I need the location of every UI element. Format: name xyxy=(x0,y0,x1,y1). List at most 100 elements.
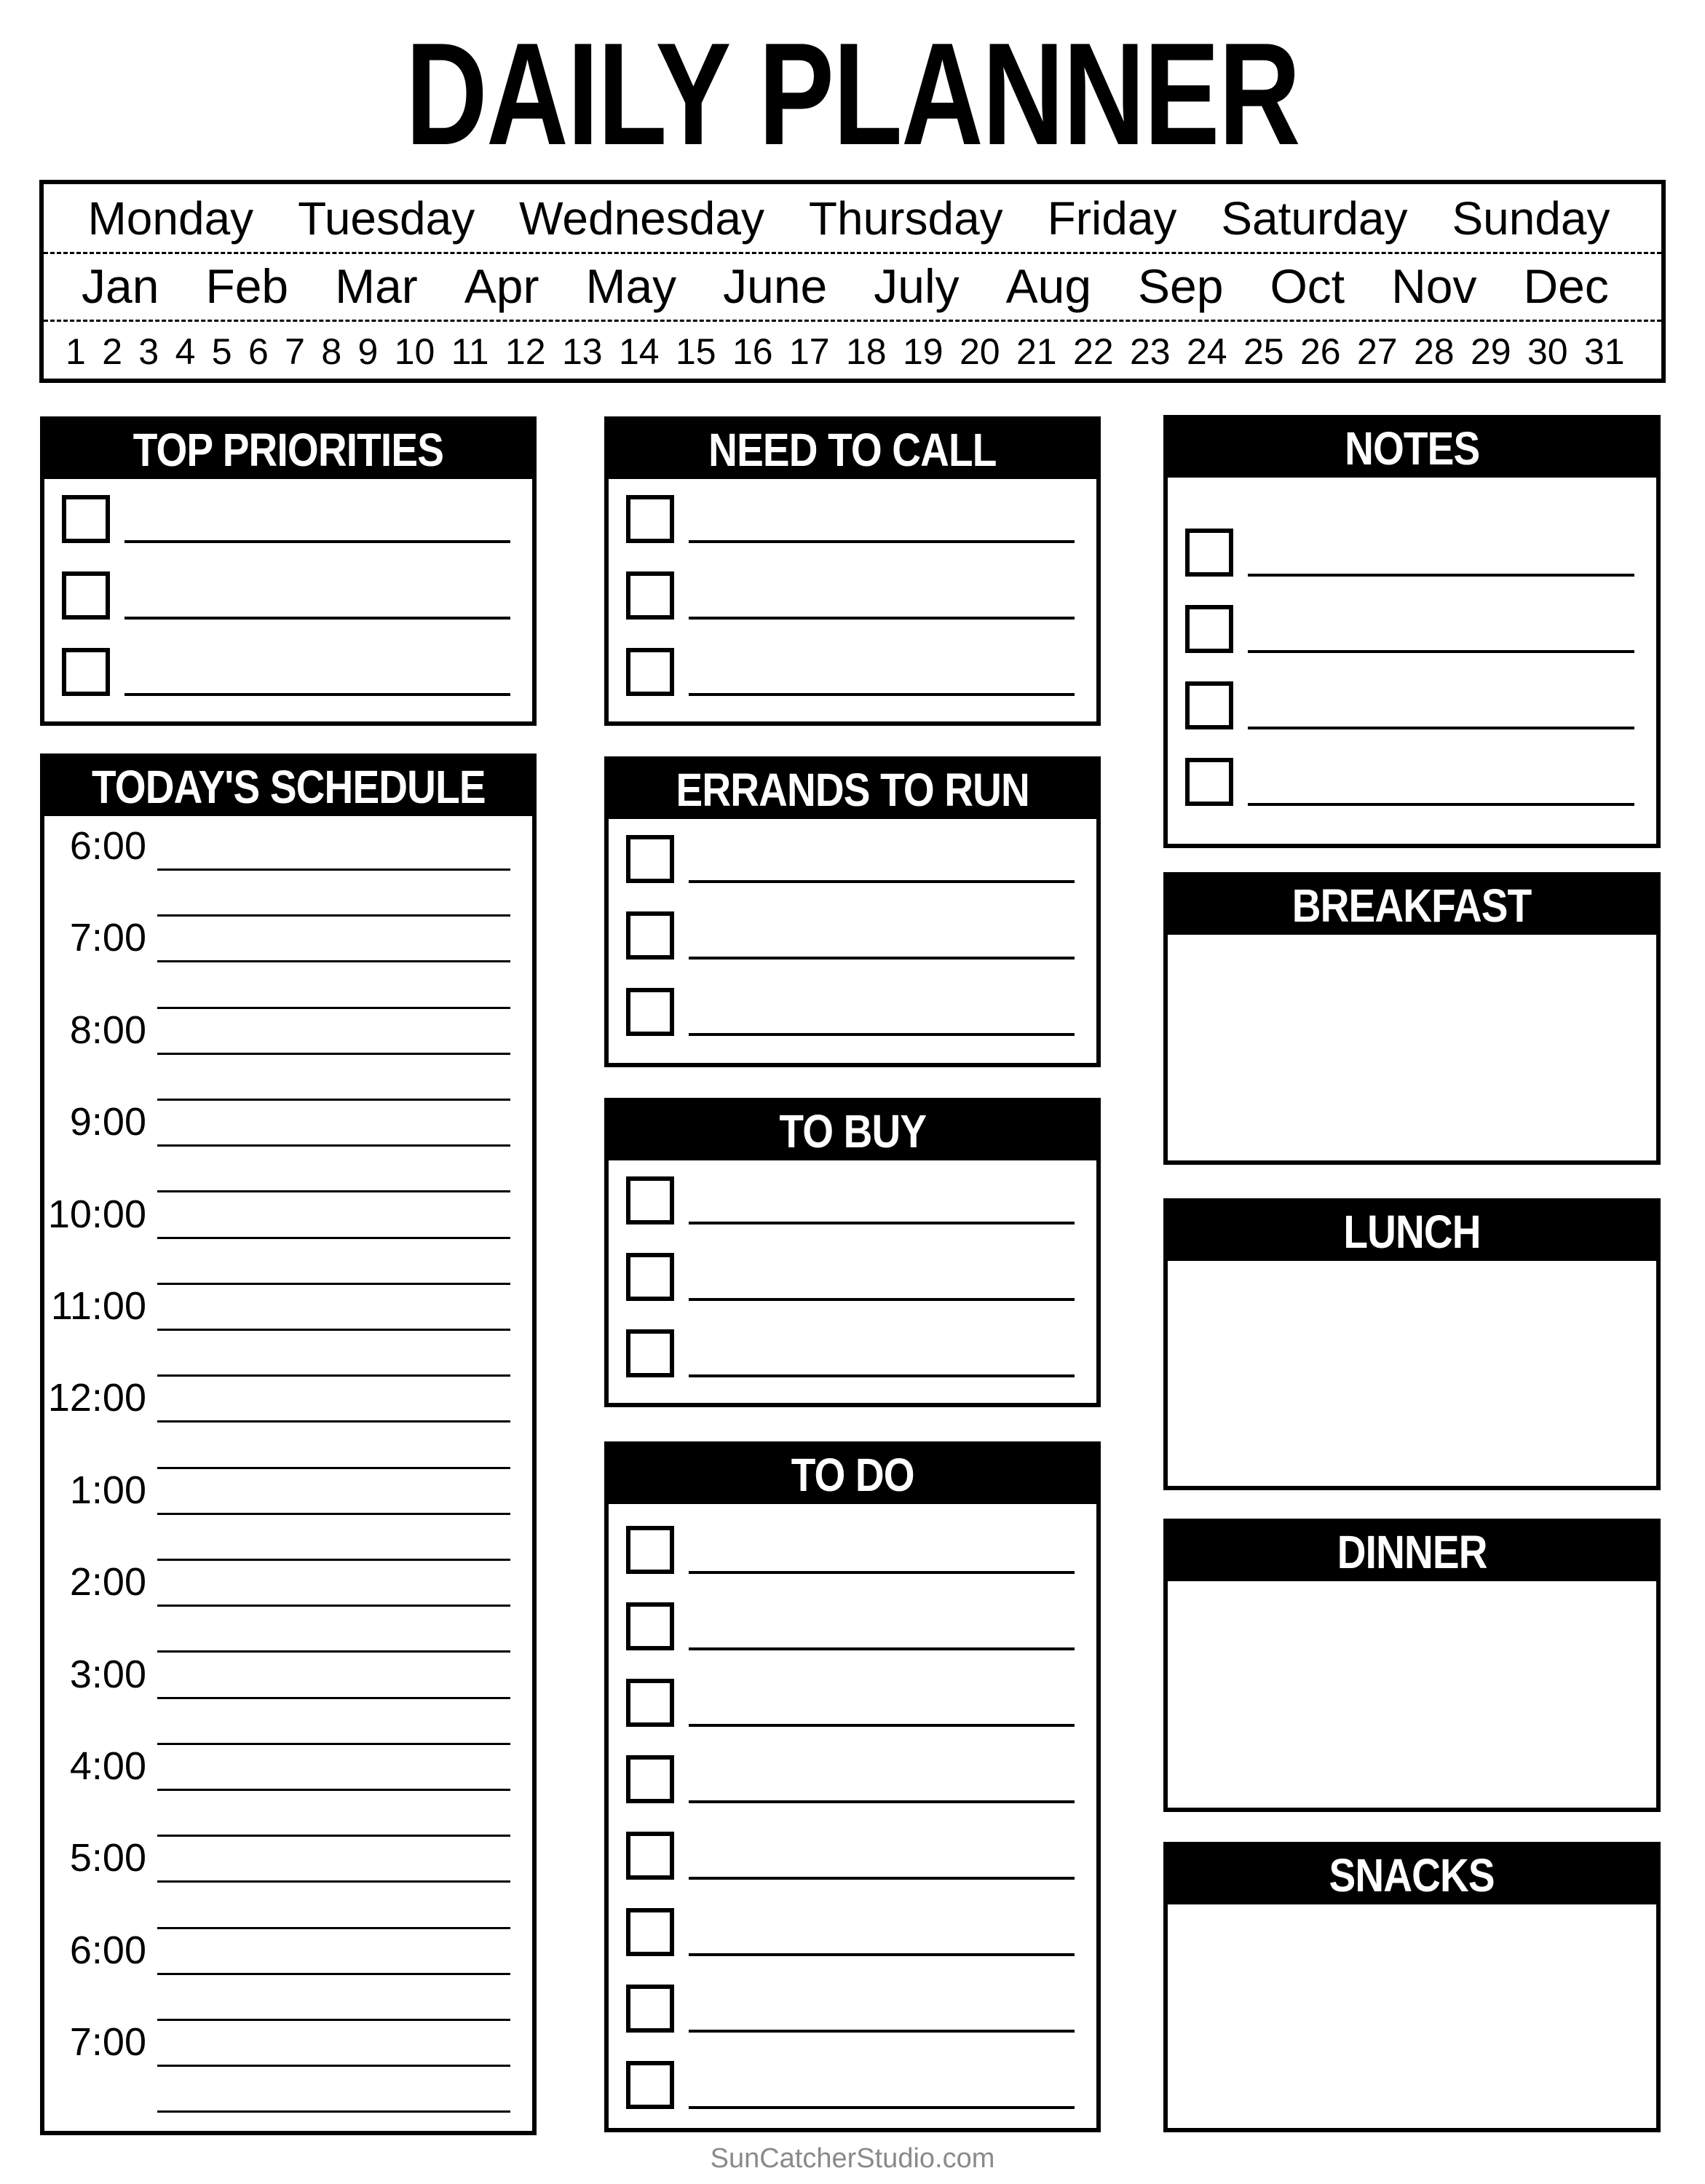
schedule-line[interactable] xyxy=(157,1190,510,1193)
date-option[interactable]: 16 xyxy=(732,331,773,373)
schedule-line[interactable] xyxy=(157,1696,510,1699)
writing-line[interactable] xyxy=(124,693,510,696)
schedule-line[interactable] xyxy=(157,914,510,917)
writing-line[interactable] xyxy=(689,957,1075,960)
date-option[interactable]: 20 xyxy=(960,331,1000,373)
date-option[interactable]: 8 xyxy=(321,331,341,373)
checkbox[interactable] xyxy=(626,495,674,543)
checkbox[interactable] xyxy=(626,1329,674,1377)
schedule-line[interactable] xyxy=(157,869,510,871)
checkbox[interactable] xyxy=(1185,529,1233,577)
checkbox[interactable] xyxy=(626,1253,674,1301)
month-option[interactable]: Feb xyxy=(205,258,288,314)
checkbox[interactable] xyxy=(626,988,674,1036)
writing-line[interactable] xyxy=(689,1298,1075,1301)
snacks-writing-area[interactable] xyxy=(1168,1904,1656,2128)
schedule-line[interactable] xyxy=(157,1650,510,1653)
schedule-line[interactable] xyxy=(157,1512,510,1515)
writing-line[interactable] xyxy=(689,1374,1075,1377)
date-option[interactable]: 2 xyxy=(102,331,122,373)
date-option[interactable]: 12 xyxy=(505,331,546,373)
checkbox[interactable] xyxy=(626,1679,674,1727)
date-option[interactable]: 15 xyxy=(676,331,716,373)
weekday-option[interactable]: Thursday xyxy=(809,191,1003,245)
schedule-line[interactable] xyxy=(157,2110,510,2113)
writing-line[interactable] xyxy=(689,1571,1075,1574)
schedule-line[interactable] xyxy=(157,1742,510,1745)
checkbox[interactable] xyxy=(626,571,674,620)
writing-line[interactable] xyxy=(689,1800,1075,1803)
date-option[interactable]: 9 xyxy=(358,331,379,373)
checkbox[interactable] xyxy=(626,1602,674,1650)
writing-line[interactable] xyxy=(689,2106,1075,2109)
month-option[interactable]: Jan xyxy=(82,258,159,314)
schedule-line[interactable] xyxy=(157,1329,510,1331)
date-option[interactable]: 14 xyxy=(619,331,660,373)
date-option[interactable]: 7 xyxy=(285,331,305,373)
month-option[interactable]: Aug xyxy=(1006,258,1091,314)
checkbox[interactable] xyxy=(626,1908,674,1956)
schedule-line[interactable] xyxy=(157,1052,510,1055)
schedule-line[interactable] xyxy=(157,1605,510,1607)
schedule-line[interactable] xyxy=(157,1972,510,1975)
checkbox[interactable] xyxy=(1185,681,1233,729)
schedule-line[interactable] xyxy=(157,1466,510,1469)
writing-line[interactable] xyxy=(1248,727,1634,729)
writing-line[interactable] xyxy=(1248,650,1634,653)
date-option[interactable]: 11 xyxy=(451,331,489,373)
checkbox[interactable] xyxy=(626,648,674,696)
writing-line[interactable] xyxy=(689,2030,1075,2033)
writing-line[interactable] xyxy=(1248,574,1634,577)
month-option[interactable]: Mar xyxy=(335,258,418,314)
checkbox[interactable] xyxy=(626,911,674,960)
schedule-line[interactable] xyxy=(157,1374,510,1377)
weekday-option[interactable]: Friday xyxy=(1048,191,1177,245)
checkbox[interactable] xyxy=(626,1755,674,1803)
date-option[interactable]: 25 xyxy=(1243,331,1284,373)
weekday-option[interactable]: Saturday xyxy=(1221,191,1407,245)
date-option[interactable]: 17 xyxy=(789,331,830,373)
schedule-line[interactable] xyxy=(157,1282,510,1285)
checkbox[interactable] xyxy=(626,1176,674,1224)
month-option[interactable]: June xyxy=(723,258,827,314)
lunch-writing-area[interactable] xyxy=(1168,1261,1656,1486)
date-option[interactable]: 30 xyxy=(1527,331,1568,373)
date-option[interactable]: 6 xyxy=(248,331,269,373)
writing-line[interactable] xyxy=(689,540,1075,543)
date-option[interactable]: 18 xyxy=(846,331,887,373)
date-option[interactable]: 10 xyxy=(395,331,435,373)
checkbox[interactable] xyxy=(62,495,110,543)
schedule-line[interactable] xyxy=(157,1789,510,1791)
schedule-line[interactable] xyxy=(157,1420,510,1423)
weekday-option[interactable]: Wednesday xyxy=(519,191,764,245)
schedule-line[interactable] xyxy=(157,1236,510,1239)
checkbox[interactable] xyxy=(626,1526,674,1574)
writing-line[interactable] xyxy=(689,1222,1075,1224)
date-option[interactable]: 29 xyxy=(1471,331,1511,373)
writing-line[interactable] xyxy=(689,1877,1075,1880)
date-option[interactable]: 19 xyxy=(903,331,944,373)
writing-line[interactable] xyxy=(689,1033,1075,1036)
checkbox[interactable] xyxy=(1185,605,1233,653)
schedule-line[interactable] xyxy=(157,1559,510,1561)
date-option[interactable]: 28 xyxy=(1414,331,1455,373)
month-option[interactable]: Apr xyxy=(464,258,539,314)
month-option[interactable]: May xyxy=(585,258,676,314)
writing-line[interactable] xyxy=(689,1647,1075,1650)
date-option[interactable]: 27 xyxy=(1357,331,1398,373)
date-option[interactable]: 13 xyxy=(562,331,603,373)
date-option[interactable]: 3 xyxy=(138,331,159,373)
checkbox[interactable] xyxy=(1185,758,1233,806)
writing-line[interactable] xyxy=(1248,803,1634,806)
schedule-line[interactable] xyxy=(157,2065,510,2068)
checkbox[interactable] xyxy=(626,2061,674,2109)
schedule-line[interactable] xyxy=(157,1835,510,1837)
weekday-option[interactable]: Sunday xyxy=(1452,191,1610,245)
date-option[interactable]: 26 xyxy=(1300,331,1341,373)
weekday-option[interactable]: Monday xyxy=(87,191,253,245)
date-option[interactable]: 31 xyxy=(1584,331,1625,373)
month-option[interactable]: July xyxy=(874,258,959,314)
schedule-line[interactable] xyxy=(157,1926,510,1929)
checkbox[interactable] xyxy=(626,835,674,883)
writing-line[interactable] xyxy=(689,693,1075,696)
